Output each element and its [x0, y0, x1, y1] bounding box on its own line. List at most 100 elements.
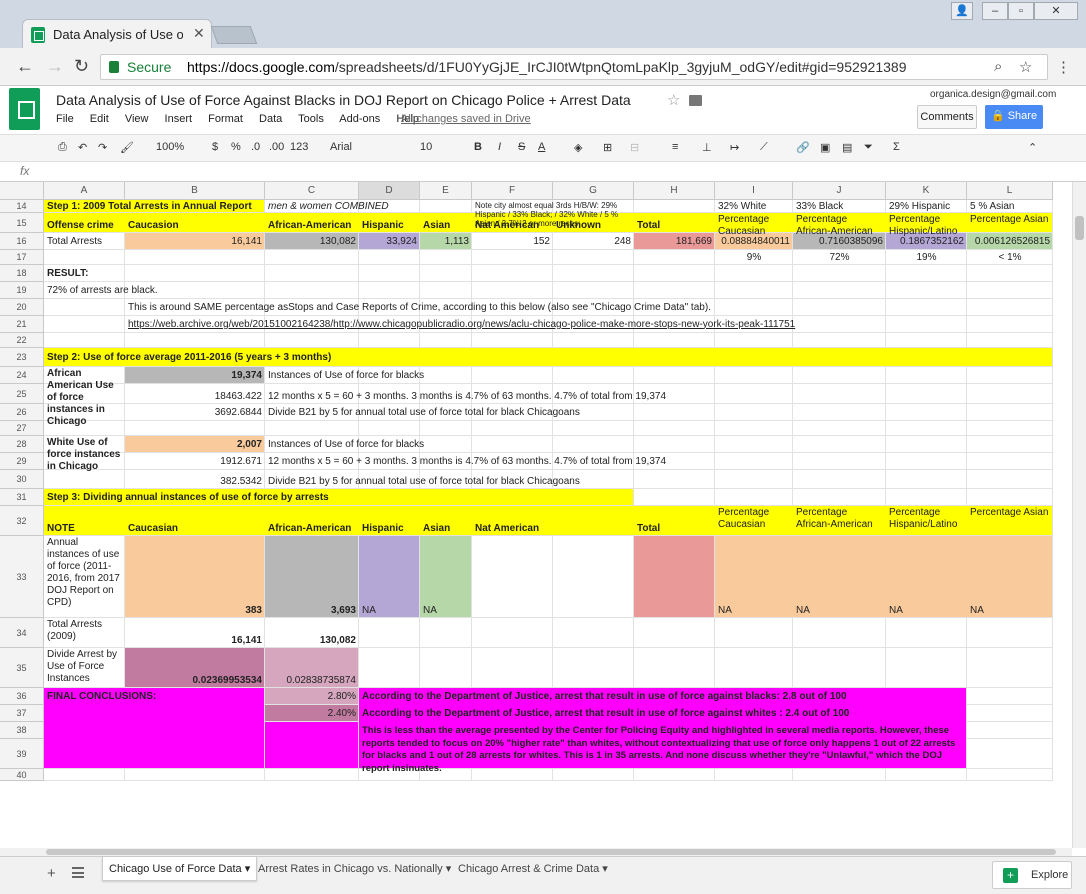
grid-cell[interactable] [967, 769, 1053, 781]
grid-cell[interactable] [44, 299, 125, 316]
cell-e32[interactable]: Asian [420, 506, 472, 536]
row-header[interactable]: 36 [0, 688, 44, 705]
cell-b16[interactable]: 16,141 [125, 233, 265, 250]
grid-cell[interactable] [634, 489, 715, 506]
cell-j15[interactable]: Percentage African-American [793, 213, 886, 237]
text-rotate-icon[interactable]: ⟋ [760, 141, 768, 154]
grid-cell[interactable] [472, 333, 553, 348]
cell-a16[interactable]: Total Arrests [44, 233, 125, 250]
grid-cell[interactable] [472, 421, 553, 436]
cell-j14[interactable]: 33% Black [793, 200, 886, 213]
cell-i32[interactable]: Percentage Caucasian [715, 506, 793, 536]
grid-cell[interactable] [715, 384, 793, 404]
cell-a18[interactable]: RESULT: [44, 265, 125, 282]
maximize-icon[interactable]: ▫ [1008, 2, 1034, 20]
h33-fill[interactable] [634, 536, 715, 618]
zoom-search-icon[interactable]: ⌕ [994, 58, 1002, 75]
grid-cell[interactable] [793, 648, 886, 688]
cell-a35[interactable]: Divide Arrest by Use of Force Instances [44, 648, 125, 688]
align-left-icon[interactable]: ≡ [672, 141, 678, 153]
grid-cell[interactable] [967, 384, 1053, 404]
column-header[interactable]: I [715, 182, 793, 200]
cell-d32[interactable]: Hispanic [359, 506, 420, 536]
text-color-button[interactable]: A [538, 141, 545, 153]
grid-cell[interactable] [553, 421, 634, 436]
cell-b25[interactable]: 18463.422 [125, 384, 265, 404]
cell-l32[interactable]: Percentage Asian [967, 506, 1053, 536]
comments-button[interactable]: Comments [917, 105, 977, 129]
decrease-decimal-button[interactable]: .0 [251, 141, 260, 153]
explore-button[interactable]: + Explore [992, 861, 1072, 889]
row-header[interactable]: 20 [0, 299, 44, 316]
grid-cell[interactable] [967, 299, 1053, 316]
share-button[interactable]: 🔒 Share [985, 105, 1043, 129]
grid-cell[interactable] [553, 648, 634, 688]
bookmark-star-icon[interactable]: ☆ [1019, 58, 1032, 76]
cell-d33[interactable]: NA [359, 536, 420, 618]
menu-insert[interactable]: Insert [165, 113, 193, 125]
grid-cell[interactable] [967, 489, 1053, 506]
row-header[interactable]: 25 [0, 384, 44, 404]
grid-cell[interactable] [634, 367, 715, 384]
white-label[interactable]: White Use of force instances in Chicago [44, 436, 125, 489]
grid-cell[interactable] [634, 470, 715, 489]
grid-cell[interactable] [634, 648, 715, 688]
menu-kebab-icon[interactable]: ⋮ [1056, 58, 1071, 76]
step2-title[interactable]: Step 2: Use of force average 2011-2016 (… [44, 348, 1053, 367]
grid-cell[interactable] [420, 250, 472, 265]
grid-cell[interactable] [472, 769, 553, 781]
cell-g15[interactable]: Unknown [553, 213, 634, 233]
row-header[interactable]: 15 [0, 213, 44, 233]
grid-cell[interactable] [967, 470, 1053, 489]
grid-cell[interactable] [793, 367, 886, 384]
grid-cell[interactable] [125, 769, 265, 781]
grid-cell[interactable] [44, 769, 125, 781]
row-header[interactable]: 28 [0, 436, 44, 453]
grid-cell[interactable] [886, 470, 967, 489]
grid-cell[interactable] [886, 384, 967, 404]
grid-cell[interactable] [553, 536, 634, 618]
cell-c30[interactable]: Divide B21 by 5 for annual total use of … [265, 470, 634, 489]
spreadsheet-grid[interactable]: A B C D E F G H I J K L 14 15 16 17 18 19 20 21 22 23 24 25 26 27… [0, 182, 1072, 848]
grid-cell[interactable] [265, 333, 359, 348]
grid-cell[interactable] [553, 250, 634, 265]
grid-cell[interactable] [793, 769, 886, 781]
cell-i14[interactable]: 32% White [715, 200, 793, 213]
grid-cell[interactable] [967, 316, 1053, 333]
undo-icon[interactable]: ↶ [78, 141, 87, 154]
grid-cell[interactable] [793, 282, 886, 299]
cell-b26[interactable]: 3692.6844 [125, 404, 265, 421]
cell-i17[interactable]: 9% [715, 250, 793, 265]
sheet-tab-arrest-rates[interactable]: Arrest Rates in Chicago vs. Nationally ▾ [252, 857, 457, 881]
cell-i15[interactable]: Percentage Caucasian [715, 213, 793, 237]
redo-icon[interactable]: ↷ [98, 141, 107, 154]
strikethrough-button[interactable]: S [518, 141, 525, 153]
grid-cell[interactable] [886, 453, 967, 470]
cell-k17[interactable]: 19% [886, 250, 967, 265]
grid-cell[interactable] [715, 404, 793, 421]
sheet-tab-use-of-force[interactable]: Chicago Use of Force Data ▾ [102, 857, 258, 881]
menu-edit[interactable]: Edit [90, 113, 109, 125]
cell-c29[interactable]: 12 months x 5 = 60 + 3 months. 3 months … [265, 453, 666, 470]
grid-cell[interactable] [967, 705, 1053, 722]
grid-cell[interactable] [967, 282, 1053, 299]
zoom-select[interactable]: 100% [156, 141, 184, 153]
cell-i16[interactable]: 0.08884840011 [715, 233, 793, 250]
currency-button[interactable]: $ [212, 141, 218, 153]
step1-title[interactable]: Step 1: 2009 Total Arrests in Annual Rep… [44, 200, 265, 213]
african-american-label[interactable]: African American Use of force instances … [44, 367, 125, 427]
grid-cell[interactable] [886, 404, 967, 421]
cell-f15[interactable]: Nat American [472, 213, 553, 233]
grid-cell[interactable] [886, 265, 967, 282]
column-header[interactable]: K [886, 182, 967, 200]
fill-color-icon[interactable]: ◈ [574, 141, 582, 154]
cell-k32[interactable]: Percentage Hispanic/Latino [886, 506, 967, 536]
grid-cell[interactable] [553, 265, 634, 282]
comment-icon[interactable]: ▣ [820, 141, 830, 154]
cell-b35[interactable]: 0.02369953534 [125, 648, 265, 688]
formula-bar[interactable]: fx [0, 162, 1086, 182]
column-header[interactable]: D [359, 182, 420, 200]
all-sheets-icon[interactable] [72, 867, 84, 878]
grid-cell[interactable] [125, 265, 265, 282]
grid-cell[interactable] [793, 333, 886, 348]
